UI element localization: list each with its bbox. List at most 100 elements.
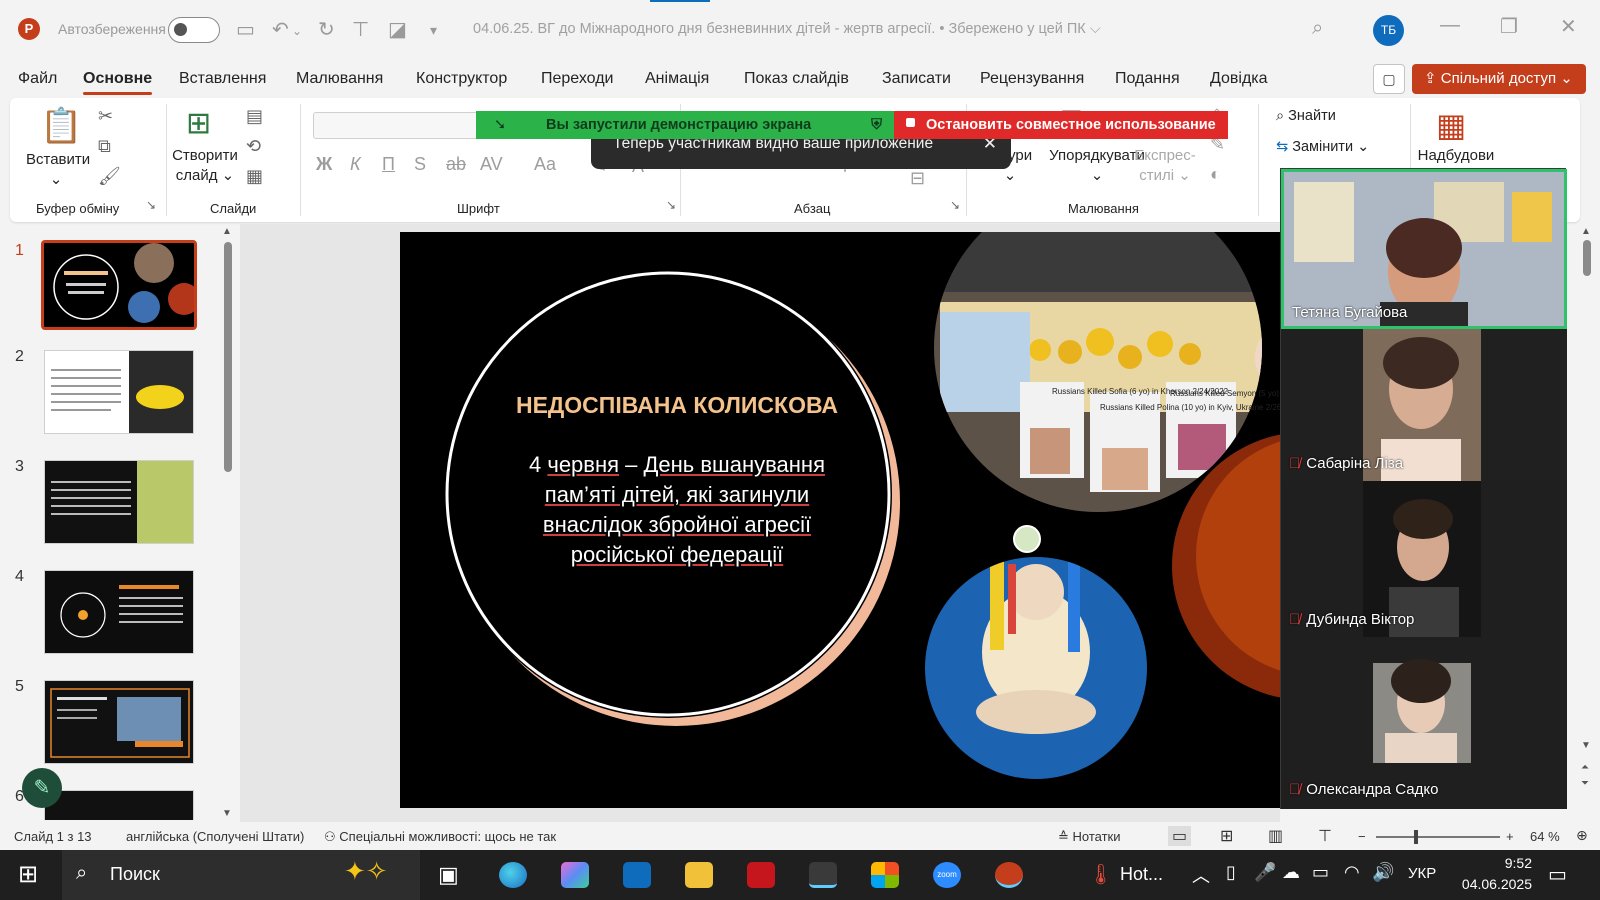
battery-icon[interactable]: ▭ [1312, 862, 1329, 883]
tab-record[interactable]: Записати [882, 70, 951, 88]
file-explorer-icon[interactable] [685, 862, 713, 888]
slide-body-text[interactable]: 4 червня – День вшанування пам’яті дітей… [492, 450, 862, 570]
share-button[interactable]: ⇪ Спільний доступ ⌄ [1412, 64, 1586, 94]
snipping-tool-icon[interactable] [809, 862, 837, 888]
document-title[interactable]: 04.06.25. ВГ до Міжнародного дня безневи… [473, 21, 1101, 37]
tab-review[interactable]: Рецензування [980, 70, 1084, 88]
show-hidden-icons-icon[interactable]: ︿ [1192, 862, 1210, 888]
reading-view-icon[interactable]: ▥ [1268, 826, 1283, 846]
pen-tool-icon[interactable]: ✎ [22, 768, 62, 808]
dialog-launcher-icon[interactable]: ↘ [666, 198, 676, 212]
tab-file[interactable]: Файл [18, 70, 57, 88]
dialog-launcher-icon[interactable]: ↘ [146, 198, 156, 212]
find-button[interactable]: ⌕ Знайти [1276, 108, 1336, 124]
new-slide-button[interactable]: Створити слайд ⌄ [170, 146, 240, 185]
thumbnail-scrollbar[interactable]: ▲ ▼ [221, 226, 235, 820]
section-icon[interactable]: ▦ [246, 166, 263, 187]
phone-link-icon[interactable]: ▯ [1226, 862, 1236, 883]
windows-start-icon[interactable]: ⊞ [18, 860, 38, 889]
font-name-input[interactable] [313, 112, 495, 139]
tab-design[interactable]: Конструктор [416, 70, 507, 88]
wifi-icon[interactable]: ◠ [1344, 862, 1360, 883]
replace-button[interactable]: ⇆ Замінити ⌄ [1276, 139, 1369, 155]
participant-tile-2[interactable]: 🎙̸ Сабаріна Ліза [1281, 329, 1567, 481]
bold-button[interactable]: Ж [316, 154, 332, 175]
slide-sorter-icon[interactable]: ⊞ [1220, 826, 1233, 846]
zoom-app-icon[interactable]: zoom [933, 862, 961, 888]
onedrive-icon[interactable]: ☁ [1282, 862, 1300, 883]
undo-dropdown-icon[interactable]: ⌄ [292, 24, 302, 38]
stop-share-button[interactable]: Остановить совместное использование [894, 111, 1228, 139]
fit-to-window-icon[interactable]: ⊕ [1576, 827, 1588, 844]
normal-view-icon[interactable]: ▭ [1168, 826, 1192, 846]
slide-canvas[interactable]: Russians Killed Sofia (6 yo) in Kherson … [400, 232, 1280, 808]
undo-icon[interactable]: ↶ [272, 17, 289, 42]
powerpoint-taskbar-icon[interactable] [995, 862, 1023, 888]
edge-icon[interactable] [499, 862, 527, 888]
slide-thumbnail-2[interactable] [44, 350, 194, 434]
addins-button[interactable]: Надбудови [1416, 146, 1496, 166]
volume-icon[interactable]: 🔊 [1372, 862, 1394, 883]
zoom-out-icon[interactable]: − [1358, 829, 1366, 844]
scrollbar-thumb[interactable] [1583, 240, 1591, 276]
notes-button[interactable]: ≙ Нотатки [1058, 829, 1121, 845]
participant-tile-1[interactable]: Тетяна Бугайова [1281, 169, 1567, 329]
zoom-slider[interactable] [1376, 830, 1500, 844]
clock-date[interactable]: 04.06.2025 [1444, 876, 1532, 892]
tab-draw[interactable]: Малювання [296, 70, 383, 88]
microphone-icon[interactable]: 🎤 [1254, 862, 1276, 883]
close-icon[interactable]: ✕ [1560, 14, 1577, 39]
slide-thumbnail-4[interactable] [44, 570, 194, 654]
autosave-toggle[interactable] [168, 17, 220, 43]
reset-icon[interactable]: ⟲ [246, 136, 261, 157]
strikethrough-button[interactable]: ab [446, 154, 466, 175]
quick-styles-button[interactable]: Експрес-стилі ⌄ [1130, 146, 1200, 185]
minimize-icon[interactable]: — [1440, 14, 1460, 37]
restore-icon[interactable]: ❐ [1500, 14, 1518, 39]
outlook-icon[interactable] [623, 862, 651, 888]
shape-effects-icon[interactable]: ◐ [1210, 164, 1221, 185]
character-spacing-button[interactable]: AV [480, 154, 503, 175]
antivirus-icon[interactable] [747, 862, 775, 888]
cut-icon[interactable]: ✂ [98, 106, 113, 127]
store-icon[interactable] [871, 862, 899, 888]
draw-icon[interactable]: ◪ [388, 17, 407, 42]
save-icon[interactable]: ▭ [236, 17, 255, 42]
tab-transitions[interactable]: Переходи [541, 70, 613, 88]
slide-title[interactable]: НЕДОСПІВАНА КОЛИСКОВА [400, 392, 954, 419]
scrollbar-thumb[interactable] [224, 242, 232, 472]
customize-toolbar-icon[interactable]: ▾ [430, 22, 437, 39]
slide-counter[interactable]: Слайд 1 з 13 [14, 829, 92, 844]
participant-tile-3[interactable]: 🎙̸ Дубинда Віктор [1281, 481, 1567, 637]
tab-animations[interactable]: Анімація [645, 70, 709, 88]
tab-slideshow[interactable]: Показ слайдів [744, 70, 849, 88]
scroll-down-icon[interactable]: ▼ [222, 808, 232, 819]
search-icon[interactable]: ⌕ [1312, 17, 1323, 40]
format-painter-icon[interactable]: 🖌 [98, 166, 121, 187]
previous-slide-icon[interactable]: ⏶ [1581, 762, 1589, 773]
smartart-icon[interactable]: ⊟ [910, 168, 925, 189]
task-view-icon[interactable]: ▣ [438, 862, 459, 888]
redo-icon[interactable]: ↻ [318, 17, 335, 42]
comments-button[interactable]: ▢ [1373, 64, 1405, 94]
italic-button[interactable]: К [350, 154, 361, 175]
weather-label[interactable]: Hot... [1120, 864, 1163, 885]
copilot-icon[interactable] [561, 862, 589, 888]
slide-thumbnail-3[interactable] [44, 460, 194, 544]
zoom-level[interactable]: 64 % [1530, 829, 1560, 844]
shadow-button[interactable]: S [414, 154, 426, 175]
zoom-in-icon[interactable]: + [1506, 829, 1514, 844]
clock-time[interactable]: 9:52 [1462, 855, 1532, 871]
slide-thumbnail-1[interactable] [41, 240, 197, 330]
tab-help[interactable]: Довідка [1210, 70, 1268, 88]
tab-home[interactable]: Основне [83, 70, 153, 95]
tab-view[interactable]: Подання [1115, 70, 1180, 88]
accessibility-status[interactable]: ⚇ Спеціальні можливості: щось не так [324, 829, 556, 845]
editor-scrollbar[interactable]: ▲ ▼ ⏶ ⏷ [1580, 226, 1594, 796]
notification-icon[interactable]: ▭ [1548, 862, 1567, 887]
change-case-button[interactable]: Aa [534, 154, 556, 175]
present-icon[interactable]: ⊤ [352, 17, 369, 42]
scroll-down-icon[interactable]: ▼ [1581, 740, 1591, 751]
user-avatar[interactable]: ТБ [1373, 15, 1404, 46]
copy-icon[interactable]: ⧉ [98, 136, 111, 157]
